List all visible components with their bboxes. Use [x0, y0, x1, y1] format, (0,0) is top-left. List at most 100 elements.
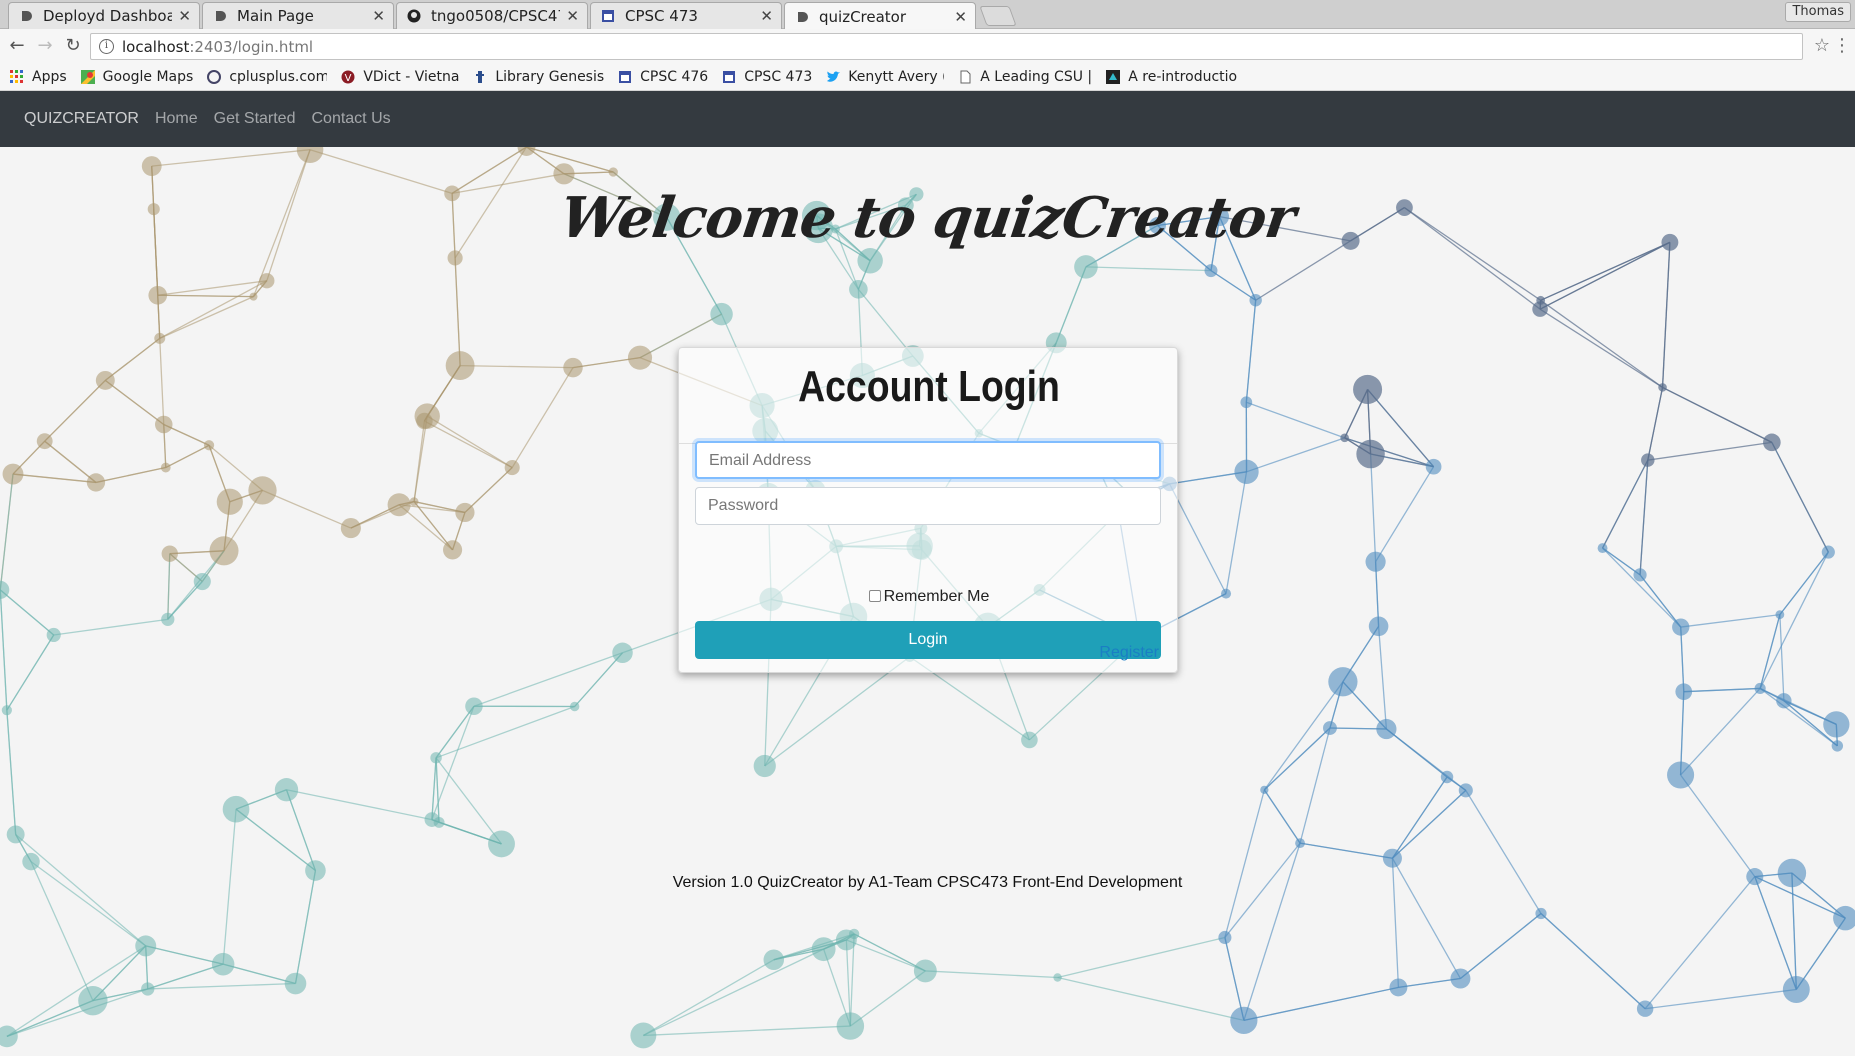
password-field[interactable]: Password — [695, 487, 1161, 525]
reload-icon[interactable]: ↻ — [62, 35, 84, 57]
network-node — [409, 497, 419, 506]
browser-tab[interactable]: tngo0508/CPSC473 ✕ — [396, 2, 588, 29]
browser-tab[interactable]: Main Page ✕ — [202, 2, 394, 29]
network-edge — [1661, 242, 1671, 388]
new-tab-button[interactable] — [979, 6, 1017, 26]
network-edge — [286, 789, 433, 821]
network-node — [455, 502, 475, 523]
browser-tab[interactable]: Deployd Dashboard ✕ — [8, 2, 200, 29]
network-node — [849, 280, 868, 299]
network-edge — [95, 466, 166, 484]
network-node — [274, 778, 299, 802]
network-edge — [147, 982, 296, 990]
address-bar[interactable]: i localhost:2403/login.html — [90, 33, 1803, 60]
bookmark-cplusplus[interactable]: cplusplus.com - T — [207, 69, 327, 85]
network-edge — [1085, 266, 1212, 272]
close-tab-icon[interactable]: ✕ — [954, 8, 967, 26]
network-node — [1831, 740, 1844, 752]
network-edge — [1245, 300, 1257, 403]
network-edge — [1391, 776, 1448, 859]
apps-grid-icon — [10, 69, 24, 84]
network-edge — [1299, 842, 1393, 859]
network-node — [1775, 610, 1785, 620]
network-node — [0, 1025, 18, 1048]
network-node — [445, 351, 475, 381]
network-node — [387, 493, 411, 517]
remember-me-checkbox[interactable] — [868, 590, 881, 602]
network-node — [46, 627, 61, 643]
network-edge — [464, 467, 513, 513]
tab-title: tngo0508/CPSC473 — [431, 7, 560, 25]
network-edge — [473, 652, 623, 707]
network-node — [1450, 968, 1471, 989]
close-tab-icon[interactable]: ✕ — [760, 7, 773, 25]
network-node — [608, 167, 618, 177]
network-edge — [1225, 471, 1248, 594]
network-node — [222, 795, 250, 823]
browser-tab[interactable]: CPSC 473 ✕ — [590, 2, 782, 29]
profile-button[interactable]: Thomas — [1785, 2, 1851, 22]
svg-text:V: V — [345, 73, 352, 84]
register-link[interactable]: Register — [1099, 644, 1159, 662]
network-node — [296, 147, 324, 163]
email-field[interactable]: Email Address — [695, 441, 1161, 479]
nav-link-get-started[interactable]: Get Started — [214, 110, 296, 128]
network-edge — [1683, 687, 1761, 693]
back-arrow-icon[interactable]: ← — [6, 35, 28, 57]
bookmark-google-maps[interactable]: Google Maps — [80, 69, 193, 85]
info-icon[interactable]: i — [99, 39, 114, 54]
network-edge — [1680, 774, 1756, 877]
network-node — [6, 825, 25, 844]
network-edge — [104, 379, 165, 426]
network-node — [1823, 711, 1850, 738]
bookmark-kenytt-avery[interactable]: Kenytt Avery (@ — [826, 69, 944, 85]
network-node — [1754, 682, 1766, 695]
network-edge — [1754, 876, 1797, 990]
browser-tab-active[interactable]: quizCreator ✕ — [784, 2, 976, 30]
network-node — [848, 928, 860, 940]
login-button[interactable]: Login — [695, 621, 1161, 659]
network-node — [1, 705, 12, 716]
remember-me[interactable]: Remember Me — [679, 588, 1179, 606]
nav-link-contact-us[interactable]: Contact Us — [311, 110, 390, 128]
github-icon — [407, 9, 421, 23]
network-node — [424, 812, 440, 827]
bookmark-leading-csu[interactable]: A Leading CSU | C — [958, 69, 1092, 85]
bookmark-reintroduction[interactable]: A re-introductio — [1106, 69, 1240, 85]
bookmark-apps[interactable]: Apps — [10, 69, 67, 85]
bookmark-cpsc476[interactable]: CPSC 476 — [618, 69, 708, 85]
nav-link-home[interactable]: Home — [155, 110, 198, 128]
bookmark-star-icon[interactable]: ☆ — [1814, 35, 1830, 56]
app-navbar: QUIZCREATOR Home Get Started Contact Us — [0, 91, 1855, 147]
bookmark-library-genesis[interactable]: Library Genesis — [473, 69, 604, 85]
network-node — [1368, 616, 1389, 637]
network-edge — [435, 705, 575, 759]
network-node — [1389, 978, 1408, 997]
network-edge — [159, 296, 254, 339]
library-genesis-icon — [473, 70, 487, 84]
network-node — [836, 1012, 865, 1040]
close-tab-icon[interactable]: ✕ — [178, 7, 191, 25]
deployd-icon — [213, 9, 227, 23]
network-node — [1382, 848, 1402, 868]
network-edge — [235, 808, 316, 872]
tab-title: Main Page — [237, 7, 314, 25]
network-node — [553, 163, 575, 185]
network-edge — [6, 945, 147, 1037]
network-node — [95, 370, 115, 390]
network-node — [248, 476, 277, 505]
document-icon — [958, 70, 972, 84]
bookmark-vdict[interactable]: V VDict - Vietname — [341, 69, 459, 85]
close-tab-icon[interactable]: ✕ — [372, 7, 385, 25]
forward-arrow-icon[interactable]: → — [34, 35, 56, 57]
network-edge — [460, 364, 574, 369]
network-edge — [426, 415, 513, 469]
menu-dots-icon[interactable]: ⋮ — [1833, 35, 1851, 56]
network-node — [1053, 973, 1062, 982]
network-node — [1458, 783, 1473, 798]
navbar-brand[interactable]: QUIZCREATOR — [24, 110, 139, 128]
network-edge — [1263, 727, 1331, 791]
close-tab-icon[interactable]: ✕ — [566, 7, 579, 25]
network-node — [1249, 294, 1262, 307]
bookmark-cpsc473[interactable]: CPSC 473 — [722, 69, 812, 85]
